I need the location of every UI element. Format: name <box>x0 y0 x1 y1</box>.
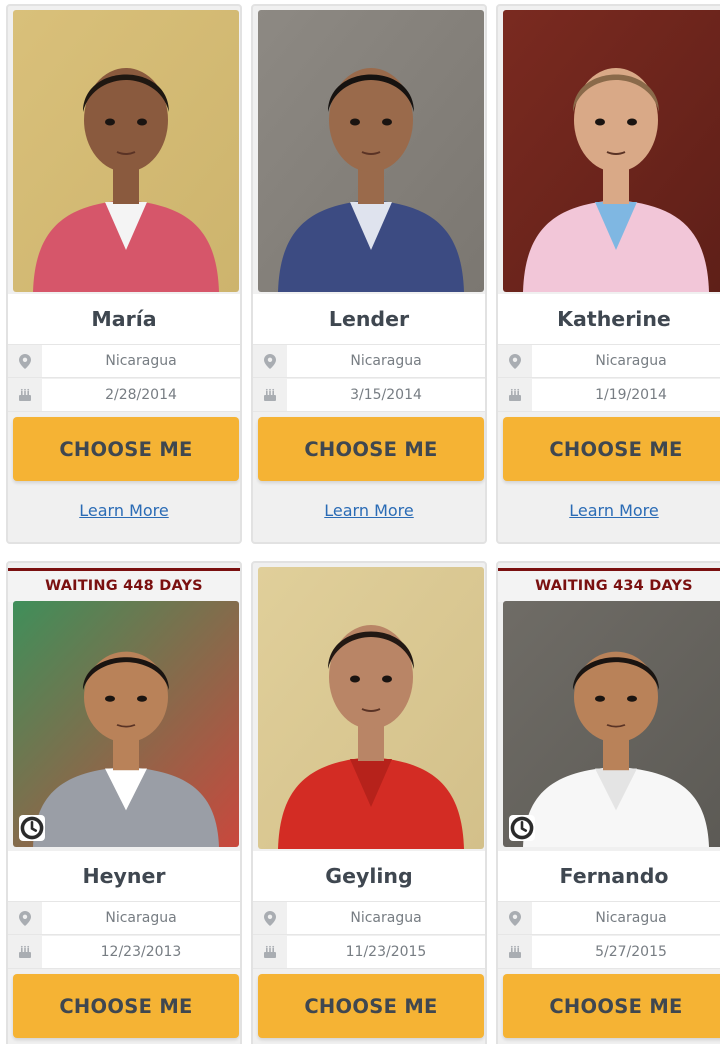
child-card: Lender Nicaragua 3/15/2014 CHOOSE ME Lea… <box>251 4 487 544</box>
learn-more-link[interactable]: Learn More <box>253 501 485 520</box>
child-photo-graphic <box>13 10 239 292</box>
child-card: Katherine Nicaragua 1/19/2014 CHOOSE ME … <box>496 4 720 544</box>
birthday-cake-icon <box>498 936 532 968</box>
birthday-cake-icon <box>8 936 42 968</box>
map-pin-icon <box>8 345 42 377</box>
country-text: Nicaragua <box>595 910 667 926</box>
choose-me-button[interactable]: CHOOSE ME <box>503 417 720 481</box>
choose-me-button[interactable]: CHOOSE ME <box>13 974 239 1038</box>
country-row: Nicaragua <box>498 345 720 378</box>
child-card: WAITING 448 DAYS Heyner Nicaragua 12/23/… <box>6 561 242 1044</box>
country-text: Nicaragua <box>350 353 422 369</box>
country-row: Nicaragua <box>253 902 485 935</box>
child-photo[interactable] <box>503 10 720 292</box>
birthdate-row: 11/23/2015 <box>253 936 485 969</box>
country-text: Nicaragua <box>105 910 177 926</box>
learn-more-link[interactable]: Learn More <box>8 501 240 520</box>
child-photo-graphic <box>13 601 239 847</box>
country-row: Nicaragua <box>8 902 240 935</box>
child-photo-graphic <box>503 10 720 292</box>
child-photo-graphic <box>258 567 484 849</box>
choose-me-button[interactable]: CHOOSE ME <box>503 974 720 1038</box>
choose-me-button[interactable]: CHOOSE ME <box>258 417 484 481</box>
birthday-cake-icon <box>253 936 287 968</box>
birthdate-row: 12/23/2013 <box>8 936 240 969</box>
choose-me-button[interactable]: CHOOSE ME <box>13 417 239 481</box>
child-photo-graphic <box>258 10 484 292</box>
map-pin-icon <box>498 345 532 377</box>
child-name[interactable]: Fernando <box>498 851 720 902</box>
birthdate-text: 5/27/2015 <box>595 944 667 960</box>
map-pin-icon <box>253 902 287 934</box>
country-row: Nicaragua <box>8 345 240 378</box>
children-grid: María Nicaragua 2/28/2014 CHOOSE ME Lear… <box>0 0 720 1044</box>
child-name[interactable]: Katherine <box>498 294 720 345</box>
birthdate-row: 2/28/2014 <box>8 379 240 412</box>
birthdate-text: 12/23/2013 <box>100 944 182 960</box>
birthdate-text: 3/15/2014 <box>350 387 422 403</box>
child-photo[interactable] <box>13 10 239 292</box>
birthdate-row: 3/15/2014 <box>253 379 485 412</box>
child-name[interactable]: María <box>8 294 240 345</box>
country-text: Nicaragua <box>350 910 422 926</box>
child-photo[interactable] <box>503 601 720 847</box>
country-text: Nicaragua <box>595 353 667 369</box>
child-name[interactable]: Lender <box>253 294 485 345</box>
map-pin-icon <box>253 345 287 377</box>
map-pin-icon <box>8 902 42 934</box>
child-name[interactable]: Geyling <box>253 851 485 902</box>
child-card: María Nicaragua 2/28/2014 CHOOSE ME Lear… <box>6 4 242 544</box>
birthdate-row: 5/27/2015 <box>498 936 720 969</box>
birthdate-row: 1/19/2014 <box>498 379 720 412</box>
birthday-cake-icon <box>8 379 42 411</box>
birthdate-text: 2/28/2014 <box>105 387 177 403</box>
birthday-cake-icon <box>498 379 532 411</box>
child-photo[interactable] <box>13 601 239 847</box>
birthday-cake-icon <box>253 379 287 411</box>
waiting-badge: WAITING 434 DAYS <box>498 568 720 602</box>
birthdate-text: 11/23/2015 <box>345 944 427 960</box>
child-photo[interactable] <box>258 10 484 292</box>
birthdate-text: 1/19/2014 <box>595 387 667 403</box>
child-card: WAITING 434 DAYS Fernando Nicaragua 5/27… <box>496 561 720 1044</box>
choose-me-button[interactable]: CHOOSE ME <box>258 974 484 1038</box>
country-row: Nicaragua <box>498 902 720 935</box>
child-photo-graphic <box>503 601 720 847</box>
map-pin-icon <box>498 902 532 934</box>
clock-icon <box>509 815 535 841</box>
waiting-badge: WAITING 448 DAYS <box>8 568 240 602</box>
country-row: Nicaragua <box>253 345 485 378</box>
child-card: Geyling Nicaragua 11/23/2015 CHOOSE ME <box>251 561 487 1044</box>
child-photo[interactable] <box>258 567 484 849</box>
learn-more-link[interactable]: Learn More <box>498 501 720 520</box>
child-name[interactable]: Heyner <box>8 851 240 902</box>
country-text: Nicaragua <box>105 353 177 369</box>
clock-icon <box>19 815 45 841</box>
